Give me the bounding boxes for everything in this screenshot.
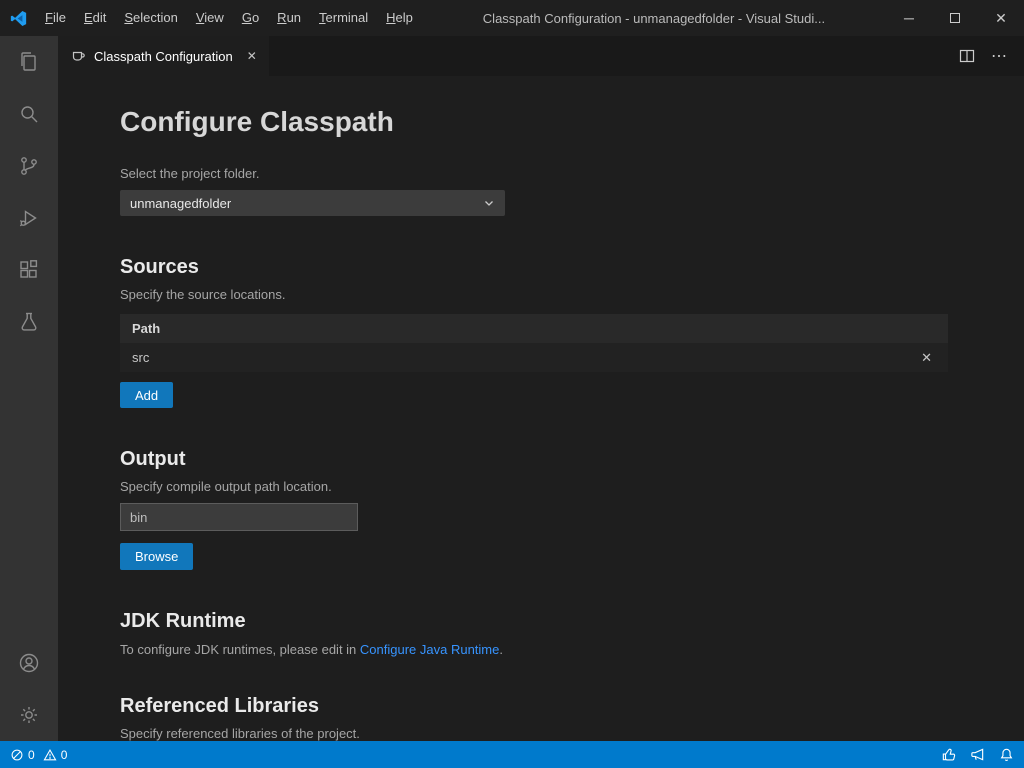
classpath-webview: Configure Classpath Select the project f… bbox=[58, 76, 1024, 741]
jdk-runtime-heading: JDK Runtime bbox=[120, 610, 1024, 633]
sources-table-header: Path bbox=[120, 314, 948, 343]
split-editor-icon[interactable] bbox=[959, 48, 975, 64]
search-icon[interactable] bbox=[0, 88, 58, 140]
accounts-icon[interactable] bbox=[0, 637, 58, 689]
menu-edit[interactable]: Edit bbox=[75, 0, 115, 36]
warning-icon bbox=[43, 748, 57, 762]
tab-close-icon[interactable]: ✕ bbox=[247, 49, 257, 63]
editor-actions: ⋯ bbox=[959, 36, 1024, 76]
error-icon bbox=[10, 748, 24, 762]
page-title: Configure Classpath bbox=[120, 106, 1024, 138]
jdk-text-before: To configure JDK runtimes, please edit i… bbox=[120, 642, 360, 657]
output-description: Specify compile output path location. bbox=[120, 479, 1024, 494]
browse-button[interactable]: Browse bbox=[120, 543, 193, 570]
window-controls: ─ ✕ bbox=[886, 0, 1024, 36]
jdk-runtime-text: To configure JDK runtimes, please edit i… bbox=[120, 642, 1024, 657]
problems-warnings[interactable]: 0 bbox=[43, 748, 68, 762]
jdk-text-after: . bbox=[499, 642, 503, 657]
menu-selection[interactable]: Selection bbox=[115, 0, 186, 36]
configure-java-runtime-link[interactable]: Configure Java Runtime bbox=[360, 642, 499, 657]
output-heading: Output bbox=[120, 448, 1024, 471]
run-and-debug-icon[interactable] bbox=[0, 192, 58, 244]
feedback-thumbs-icon[interactable] bbox=[941, 747, 956, 762]
table-row: src ✕ bbox=[120, 343, 948, 372]
remove-source-icon[interactable]: ✕ bbox=[917, 350, 936, 366]
problems-errors[interactable]: 0 bbox=[10, 748, 35, 762]
project-folder-select[interactable]: unmanagedfolder bbox=[120, 190, 505, 216]
classpath-tab-icon bbox=[70, 48, 86, 64]
menu-view[interactable]: View bbox=[187, 0, 233, 36]
warning-count: 0 bbox=[61, 748, 68, 762]
testing-icon[interactable] bbox=[0, 296, 58, 348]
project-folder-label: Select the project folder. bbox=[120, 166, 1024, 181]
window-close-icon[interactable]: ✕ bbox=[978, 0, 1024, 36]
project-folder-value: unmanagedfolder bbox=[130, 196, 231, 211]
activity-bar bbox=[0, 36, 58, 741]
main-area: Classpath Configuration ✕ ⋯ Configure Cl… bbox=[0, 36, 1024, 741]
chevron-down-icon bbox=[483, 197, 495, 209]
vscode-window: File Edit Selection View Go Run Terminal… bbox=[0, 0, 1024, 768]
menu-help[interactable]: Help bbox=[377, 0, 422, 36]
menu-file[interactable]: File bbox=[36, 0, 75, 36]
sources-heading: Sources bbox=[120, 256, 1024, 279]
vscode-logo bbox=[0, 10, 36, 27]
settings-gear-icon[interactable] bbox=[0, 689, 58, 741]
referenced-libraries-description: Specify referenced libraries of the proj… bbox=[120, 726, 1024, 741]
tab-label: Classpath Configuration bbox=[94, 49, 233, 64]
output-path-input[interactable] bbox=[120, 503, 358, 531]
referenced-libraries-heading: Referenced Libraries bbox=[120, 695, 1024, 718]
menubar: File Edit Selection View Go Run Terminal… bbox=[36, 0, 422, 36]
explorer-icon[interactable] bbox=[0, 36, 58, 88]
statusbar-right bbox=[941, 747, 1014, 762]
announcement-icon[interactable] bbox=[970, 747, 985, 762]
tab-bar: Classpath Configuration ✕ ⋯ bbox=[58, 36, 1024, 76]
sources-description: Specify the source locations. bbox=[120, 287, 1024, 302]
menu-terminal[interactable]: Terminal bbox=[310, 0, 377, 36]
more-actions-icon[interactable]: ⋯ bbox=[991, 46, 1008, 66]
titlebar: File Edit Selection View Go Run Terminal… bbox=[0, 0, 1024, 36]
minimize-icon[interactable]: ─ bbox=[886, 0, 932, 36]
window-title: Classpath Configuration - unmanagedfolde… bbox=[422, 11, 886, 26]
menu-go[interactable]: Go bbox=[233, 0, 268, 36]
sources-table: Path src ✕ bbox=[120, 314, 948, 372]
add-source-button[interactable]: Add bbox=[120, 382, 173, 408]
tab-classpath-configuration[interactable]: Classpath Configuration ✕ bbox=[58, 36, 269, 76]
editor-area: Classpath Configuration ✕ ⋯ Configure Cl… bbox=[58, 36, 1024, 741]
error-count: 0 bbox=[28, 748, 35, 762]
notifications-bell-icon[interactable] bbox=[999, 747, 1014, 762]
source-control-icon[interactable] bbox=[0, 140, 58, 192]
menu-run[interactable]: Run bbox=[268, 0, 310, 36]
source-path-value: src bbox=[132, 350, 149, 365]
status-bar: 0 0 bbox=[0, 741, 1024, 768]
maximize-icon[interactable] bbox=[932, 0, 978, 36]
extensions-icon[interactable] bbox=[0, 244, 58, 296]
